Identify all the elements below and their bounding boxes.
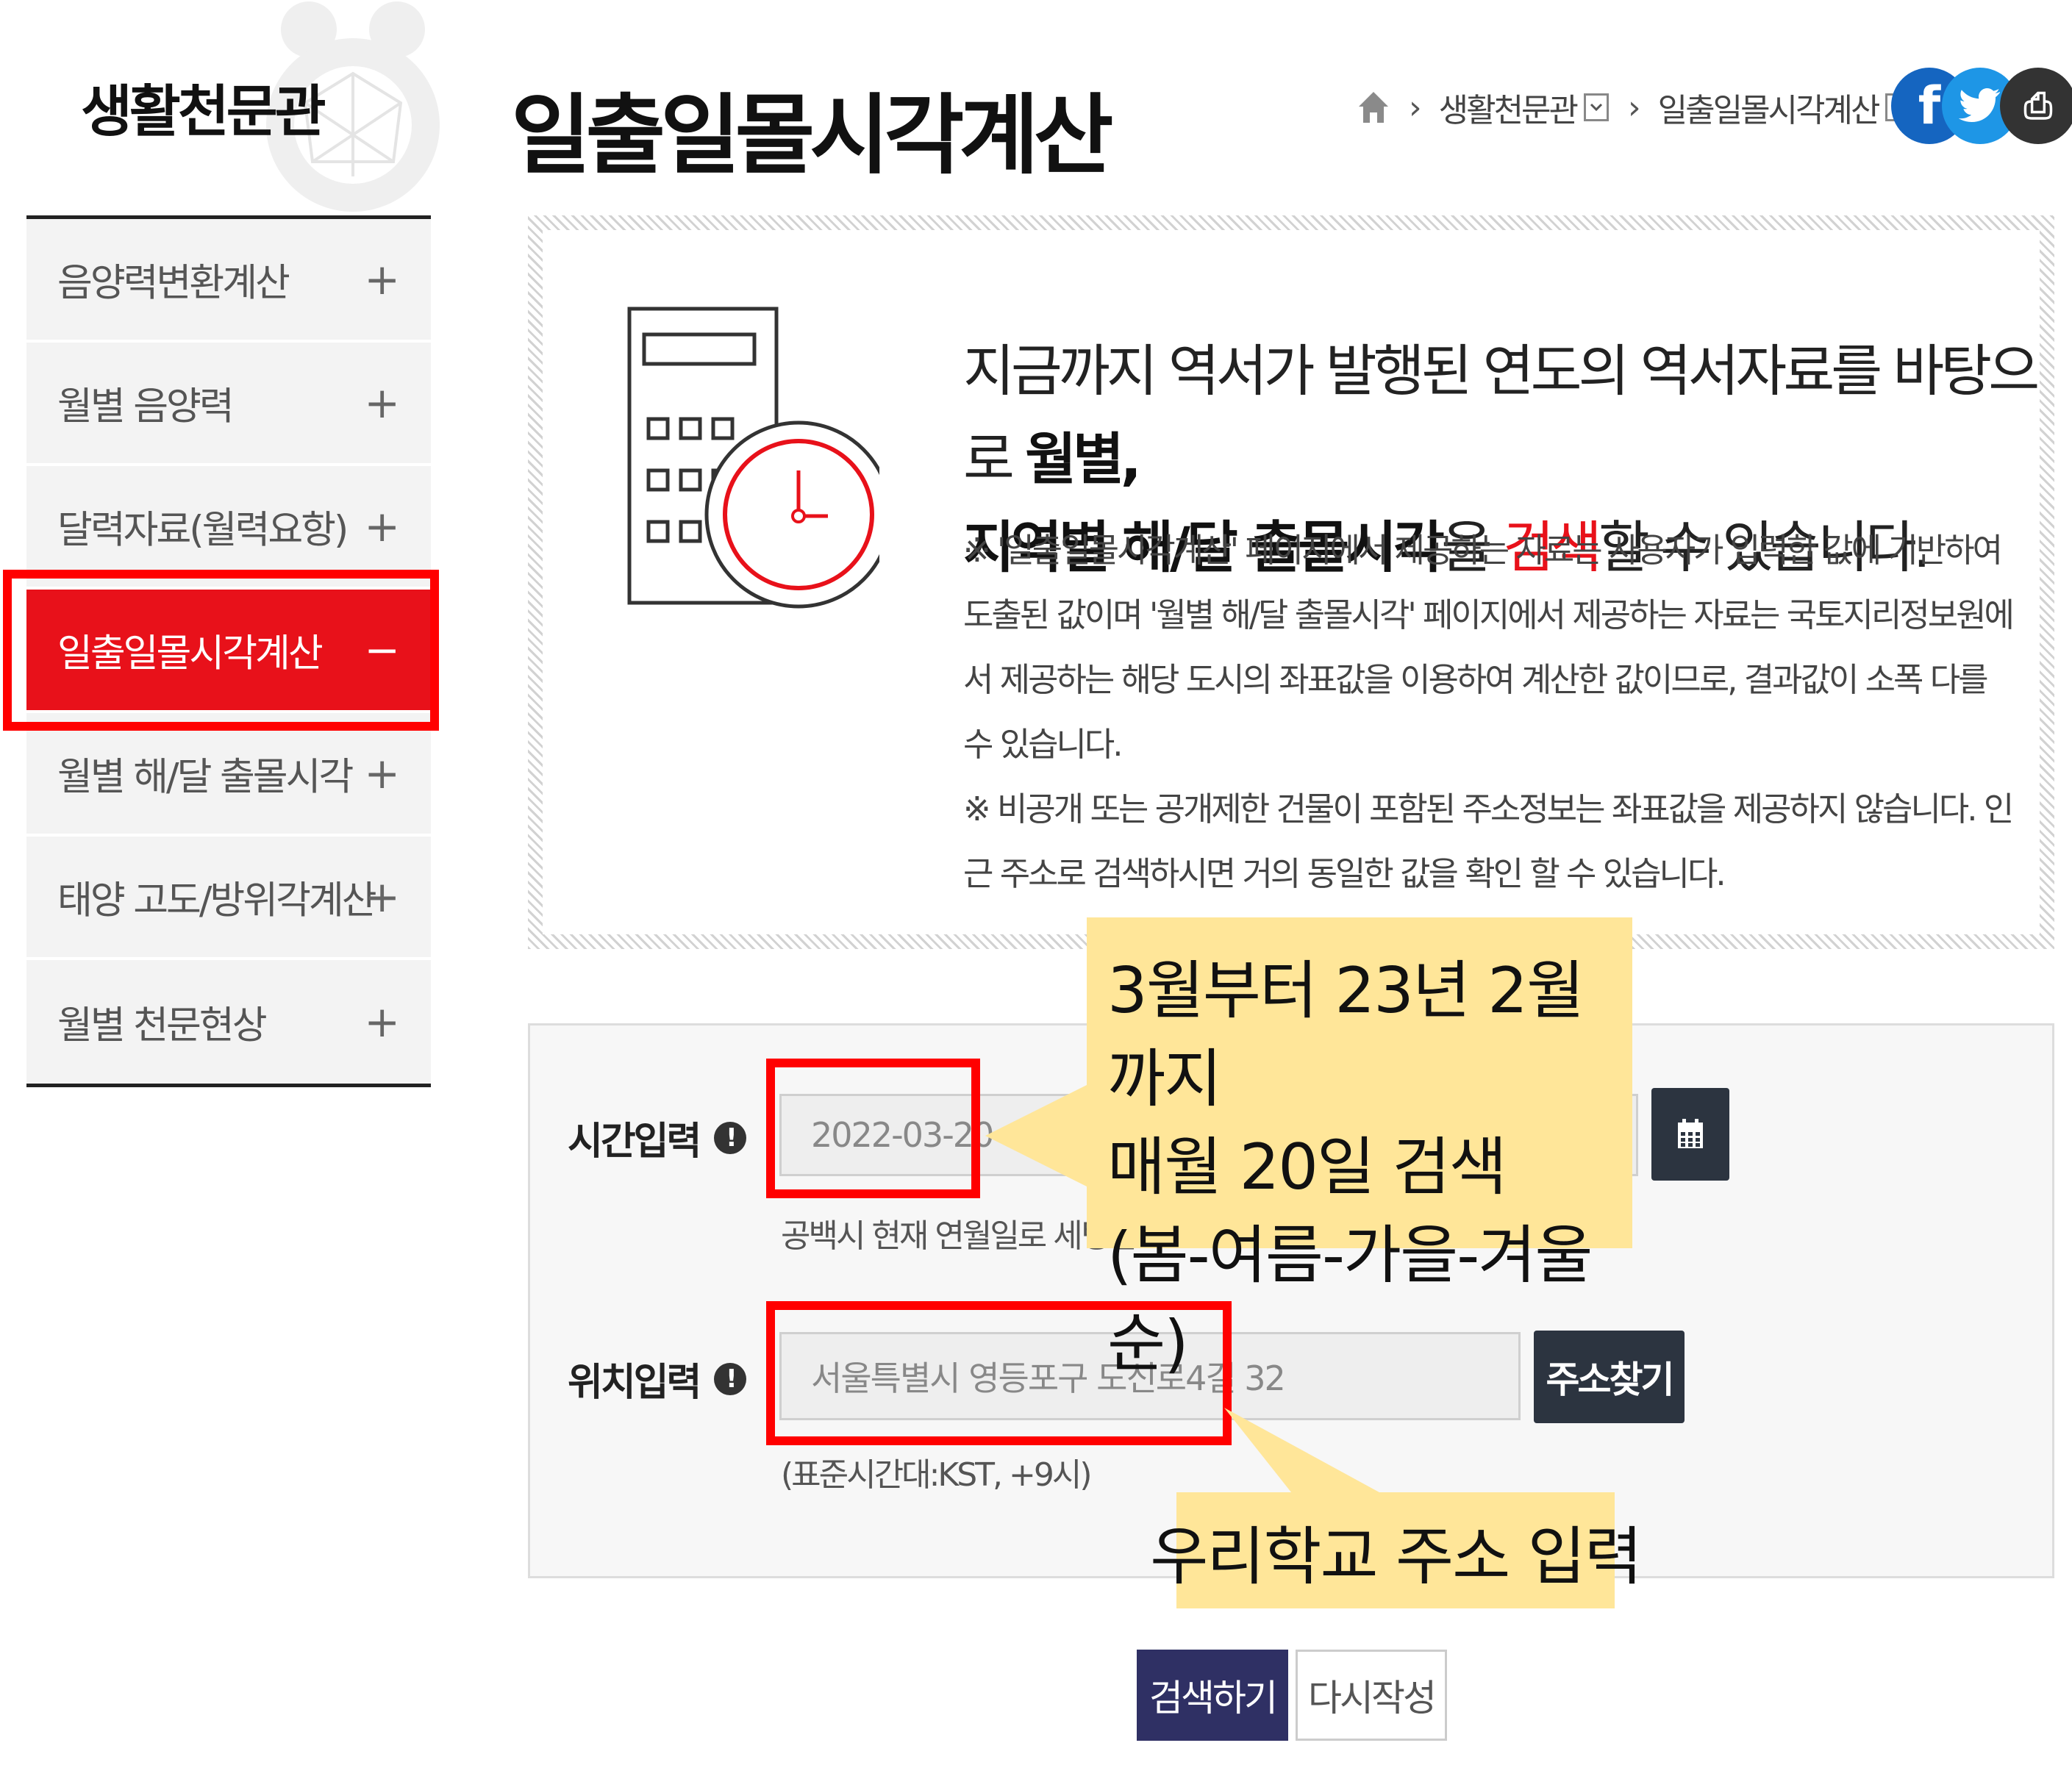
- reset-button[interactable]: 다시작성: [1296, 1650, 1447, 1741]
- info-notes: ※ '일출일몰시각계산' 페이지에서 제공하는 자료는 사용자가 입력한 값에 …: [963, 518, 2022, 906]
- expand-plus-icon[interactable]: +: [364, 748, 400, 798]
- sidebar-item-solar-altitude-azimuth[interactable]: 태양 고도/방위각계산 +: [26, 837, 431, 960]
- sidebar-title: 생활천문관: [81, 79, 326, 144]
- twitter-bird-icon: [1959, 88, 2000, 122]
- expand-plus-icon[interactable]: +: [364, 997, 400, 1047]
- sidebar-item-label: 월별 천문현상: [57, 1003, 268, 1048]
- expand-plus-icon[interactable]: +: [364, 378, 400, 428]
- sidebar-item-monthly-calendar[interactable]: 월별 음양력 +: [26, 343, 431, 466]
- date-instruction-callout: 3월부터 23년 2월까지 매월 20일 검색 (봄-여름-가을-겨울 순): [1087, 917, 1632, 1381]
- sidebar-item-monthly-astronomical-events[interactable]: 월별 천문현상 +: [26, 960, 431, 1084]
- breadcrumb-level1[interactable]: 생활천문관: [1439, 84, 1579, 131]
- callout-pointer: [1224, 1408, 1386, 1496]
- breadcrumb: › 생활천문관 › 일출일몰시각계산: [1357, 79, 1911, 135]
- breadcrumb-separator: ›: [1628, 88, 1641, 126]
- expand-plus-icon[interactable]: +: [364, 872, 400, 922]
- calendar-button[interactable]: [1651, 1088, 1729, 1181]
- info-warning-icon[interactable]: !: [714, 1362, 747, 1395]
- chevron-down-icon[interactable]: [1584, 93, 1610, 121]
- time-input-label: 시간입력 !: [568, 1110, 747, 1165]
- calculator-clock-icon: [627, 307, 879, 609]
- sidebar-item-label: 태양 고도/방위각계산: [57, 878, 377, 923]
- search-button[interactable]: 검색하기: [1137, 1650, 1288, 1741]
- location-label-text: 위치입력: [568, 1361, 701, 1405]
- location-input-label: 위치입력 !: [568, 1351, 747, 1406]
- print-button[interactable]: ⎙: [2000, 68, 2072, 144]
- sidebar-item-label: 달력자료(월력요항): [57, 508, 349, 553]
- page-title: 일출일몰시각계산: [511, 85, 1113, 186]
- active-menu-highlight-box: [3, 570, 439, 731]
- note-2: ※ 비공개 또는 공개제한 건물이 포함된 주소정보는 좌표값을 제공하지 않습…: [963, 790, 2014, 893]
- date-input-highlight-box: [766, 1059, 980, 1198]
- callout-line: 매월 20일 검색: [1107, 1131, 1507, 1204]
- callout-line: 3월부터 23년 2월까지: [1107, 954, 1585, 1116]
- breadcrumb-separator: ›: [1409, 88, 1422, 126]
- home-icon[interactable]: [1357, 90, 1390, 124]
- expand-plus-icon[interactable]: +: [364, 501, 400, 551]
- expand-plus-icon[interactable]: +: [364, 254, 400, 304]
- sidebar-item-lunar-solar-conversion[interactable]: 음양력변환계산 +: [26, 219, 431, 343]
- info-warning-icon[interactable]: !: [714, 1121, 747, 1154]
- timezone-hint: (표준시간대:KST, +9시): [781, 1456, 1093, 1494]
- callout-pointer: [985, 1081, 1096, 1191]
- sidebar-item-label: 월별 해/달 출몰시각: [57, 755, 354, 800]
- callout-line: (봄-여름-가을-겨울 순): [1107, 1219, 1593, 1381]
- calendar-icon: [1678, 1119, 1703, 1148]
- sidebar-item-monthly-sun-moon-times[interactable]: 월별 해/달 출몰시각 +: [26, 713, 431, 837]
- address-instruction-callout: 우리학교 주소 입력: [1150, 1492, 1643, 1608]
- headline-bold-monthly: 월별,: [1025, 426, 1142, 492]
- time-label-text: 시간입력: [568, 1120, 701, 1164]
- breadcrumb-level2[interactable]: 일출일몰시각계산: [1658, 84, 1881, 131]
- note-1: ※ '일출일몰시각계산' 페이지에서 제공하는 자료는 사용자가 입력한 값에 …: [963, 531, 2015, 764]
- sidebar-item-label: 월별 음양력: [57, 384, 235, 429]
- sidebar-item-label: 음양력변환계산: [57, 261, 290, 306]
